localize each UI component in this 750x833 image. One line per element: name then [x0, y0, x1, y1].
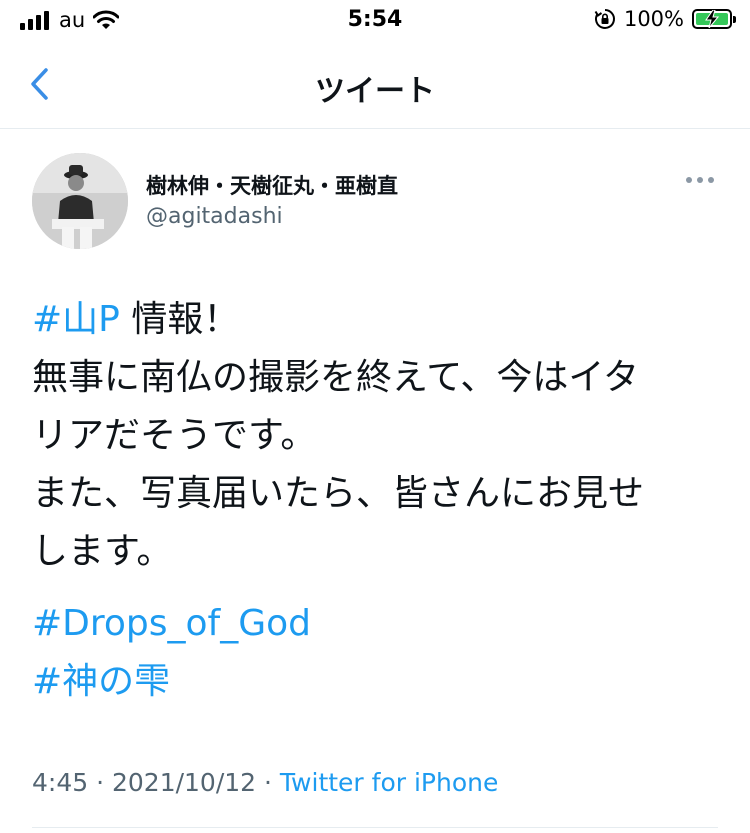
tweet-line: します。: [32, 531, 173, 572]
nav-bar: ツイート: [0, 44, 750, 129]
more-options-button[interactable]: [686, 177, 714, 183]
tweet-time: 4:45: [32, 768, 89, 797]
battery-percent: 100%: [623, 7, 684, 31]
tweet-line: リアだそうです。: [32, 415, 317, 456]
status-right: 100%: [594, 7, 736, 31]
tweet-line: #山P 情報！: [32, 299, 240, 340]
author-handle[interactable]: @agitadashi: [146, 204, 283, 229]
tweet-source-link[interactable]: Twitter for iPhone: [280, 768, 498, 797]
page-title: ツイート: [315, 74, 435, 109]
author-name[interactable]: 樹林伸・天樹征丸・亜樹直: [146, 170, 398, 200]
hashtag-link[interactable]: #Drops_of_God: [32, 595, 722, 653]
tweet-line: 無事に南仏の撮影を終えて、今はイタ: [32, 357, 639, 398]
tweet-text: #山P 情報！ 無事に南仏の撮影を終えて、今はイタ リアだそうです。 また、写真…: [32, 291, 722, 711]
more-horizontal-icon: [686, 177, 692, 183]
hashtag-link[interactable]: #神の雫: [32, 653, 722, 711]
tweet-meta: 4:45 · 2021/10/12 · Twitter for iPhone: [32, 768, 499, 797]
orientation-lock-icon: [594, 9, 615, 29]
hashtag-link[interactable]: #山P: [32, 299, 120, 340]
status-bar: au 5:54 100%: [0, 0, 750, 44]
divider: [32, 827, 718, 828]
tweet-line: また、写真届いたら、皆さんにお見せ: [32, 473, 645, 514]
avatar-photo: [32, 153, 128, 249]
avatar[interactable]: [32, 153, 128, 249]
tweet-date: 2021/10/12: [111, 768, 257, 797]
battery-charging-icon: [692, 9, 736, 29]
